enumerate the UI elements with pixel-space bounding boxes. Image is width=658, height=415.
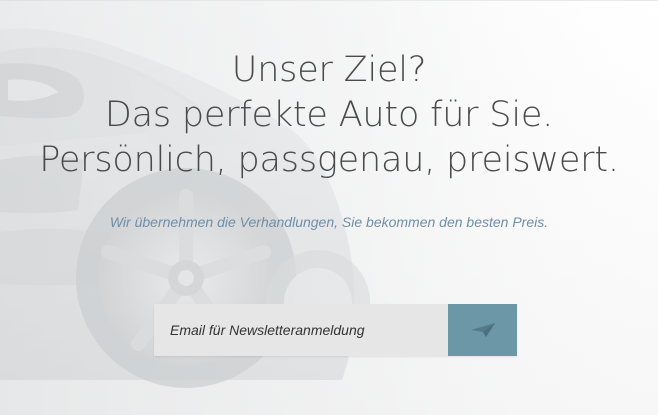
top-rule — [0, 0, 658, 1]
hero-subheadline: Wir übernehmen die Verhandlungen, Sie be… — [109, 214, 549, 230]
newsletter-email-input[interactable] — [154, 304, 448, 356]
hero-line-2: Das perfekte Auto für Sie. — [104, 95, 554, 135]
hero-line-1: Unser Ziel? — [231, 50, 427, 90]
newsletter-form — [154, 304, 517, 356]
hero-line-3: Persönlich, passgenau, preiswert. — [39, 140, 619, 180]
newsletter-submit-button[interactable] — [448, 304, 517, 356]
hero-headline: Unser Ziel? Das perfekte Auto für Sie. P… — [0, 48, 658, 183]
send-icon — [470, 323, 495, 337]
landing-page: Unser Ziel? Das perfekte Auto für Sie. P… — [0, 0, 658, 415]
